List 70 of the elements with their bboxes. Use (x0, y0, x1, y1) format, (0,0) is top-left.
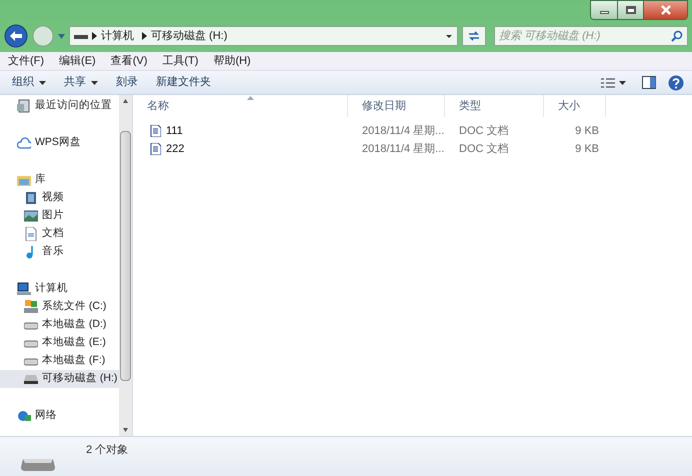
maximize-button[interactable] (617, 1, 643, 19)
history-dropdown-icon[interactable] (58, 34, 65, 38)
table-cell-text: 9 KB (574, 124, 600, 139)
network-icon (17, 409, 31, 423)
caret-icon (39, 80, 46, 84)
scroll-down-icon[interactable] (122, 428, 129, 432)
menu-item[interactable]: 查看(V) (108, 52, 150, 70)
chevron-icon (92, 32, 97, 40)
menu-item[interactable]: 帮助(H) (211, 52, 253, 70)
table-cell-text: 2018/11/4 星期... (361, 142, 445, 157)
folder-icon (17, 173, 31, 187)
sidebar-item[interactable]: 视频 (0, 189, 119, 207)
chevron-icon (142, 32, 147, 40)
search-icon[interactable] (671, 30, 683, 42)
sidebar-item[interactable]: 库 (0, 171, 119, 189)
column-header[interactable]: 大小 (544, 95, 606, 117)
sidebar-item[interactable]: 本地磁盘 (D:) (0, 316, 119, 334)
sidebar-item[interactable]: 计算机 (0, 280, 119, 298)
breadcrumb[interactable]: 计算机 (101, 28, 134, 44)
sidebar-item[interactable]: WPS网盘 (0, 134, 119, 152)
caret-icon (619, 80, 626, 84)
column-header[interactable]: 修改日期 (348, 95, 445, 117)
caret-icon (91, 80, 98, 84)
minimize-button[interactable] (591, 1, 617, 19)
sidebar-item[interactable]: 最近访问的位置 (0, 97, 119, 115)
menu-item[interactable]: 文件(F) (6, 52, 46, 70)
sidebar-item[interactable]: 本地磁盘 (F:) (0, 352, 119, 370)
status-text: 2 个对象 (86, 443, 128, 458)
sidebar-item[interactable]: 可移动磁盘 (H:) (0, 370, 119, 388)
breadcrumb[interactable]: 可移动磁盘 (H:) (151, 28, 228, 44)
table-cell-text: 9 KB (574, 142, 600, 157)
close-icon (660, 5, 670, 15)
scroll-up-icon[interactable] (122, 99, 129, 103)
toolbar-button[interactable]: 刻录 (110, 72, 144, 92)
system-drive-icon (24, 300, 38, 314)
sidebar-item[interactable]: 图片 (0, 207, 119, 225)
document-icon (24, 227, 38, 241)
toolbar-button[interactable]: 共享 (58, 72, 104, 92)
refresh-icon (467, 30, 481, 42)
file-name[interactable]: 111 (166, 122, 183, 140)
table-cell-text: 2018/11/4 星期... (361, 124, 445, 139)
column-header[interactable]: 类型 (445, 95, 544, 117)
sidebar-item[interactable]: 音乐 (0, 243, 119, 261)
drive-icon (24, 372, 38, 386)
scrollbar[interactable] (119, 95, 132, 436)
file-name[interactable]: 222 (166, 140, 184, 158)
sidebar-item[interactable]: 网络 (0, 407, 119, 425)
address-bar[interactable]: 计算机 可移动磁盘 (H:) (69, 26, 458, 46)
refresh-button[interactable] (462, 26, 486, 46)
drive-icon (74, 32, 88, 40)
list-view-icon (601, 78, 615, 88)
sidebar-item[interactable]: 文档 (0, 225, 119, 243)
help-icon[interactable] (668, 74, 684, 90)
preview-pane-icon[interactable] (642, 76, 656, 89)
cloud-icon (17, 136, 31, 150)
back-button[interactable] (4, 24, 28, 48)
toolbar-button[interactable]: 组织 (6, 72, 52, 92)
search-placeholder: 搜索 可移动磁盘 (H:) (499, 28, 602, 44)
toolbar-button[interactable]: 新建文件夹 (150, 72, 217, 92)
table-cell-text: DOC 文档 (458, 124, 510, 139)
sidebar-item[interactable]: 系统文件 (C:) (0, 298, 119, 316)
sidebar-item[interactable]: 本地磁盘 (E:) (0, 334, 119, 352)
image-icon (24, 209, 38, 223)
menu-item[interactable]: 编辑(E) (57, 52, 98, 70)
close-button[interactable] (643, 1, 687, 19)
document-icon (150, 125, 161, 137)
computer-icon (17, 282, 31, 296)
document-icon (150, 143, 161, 155)
menu-item[interactable]: 工具(T) (160, 52, 200, 70)
table-cell-text: DOC 文档 (458, 142, 510, 157)
